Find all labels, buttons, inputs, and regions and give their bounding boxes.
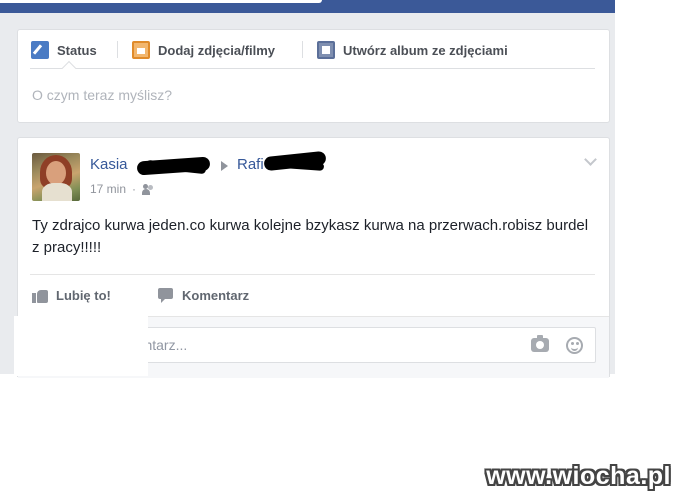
tab-status-label: Status bbox=[57, 42, 97, 58]
tab-add-photos-label: Dodaj zdjęcia/filmy bbox=[158, 42, 276, 58]
avatar[interactable] bbox=[32, 153, 80, 201]
avatar-body bbox=[42, 183, 72, 201]
post-text: Ty zdrajco kurwa jeden.co kurwa kolejne … bbox=[32, 217, 589, 256]
friends-icon[interactable] bbox=[142, 183, 156, 195]
post-divider bbox=[30, 274, 595, 275]
tab-status[interactable]: Status bbox=[31, 40, 97, 60]
pencil-icon bbox=[31, 41, 49, 59]
chevron-down-icon[interactable] bbox=[584, 153, 597, 166]
thumbs-up-icon bbox=[32, 287, 48, 303]
author-name[interactable]: Kasia bbox=[90, 156, 128, 173]
tab-divider bbox=[302, 41, 303, 58]
comment-input[interactable] bbox=[117, 328, 595, 362]
meta-separator: · bbox=[132, 182, 137, 196]
arrow-right-icon bbox=[221, 161, 228, 171]
target-name[interactable]: Rafi bbox=[237, 156, 264, 173]
watermark: www.wiocha.pl bbox=[486, 462, 671, 490]
white-cover-patch bbox=[14, 316, 148, 376]
avatar-face bbox=[46, 161, 66, 185]
tab-create-album[interactable]: Utwórz album ze zdjęciami bbox=[317, 40, 508, 60]
search-bar-edge[interactable] bbox=[0, 0, 322, 3]
composer-divider bbox=[30, 68, 595, 69]
like-button[interactable]: Lubię to! bbox=[32, 286, 111, 304]
top-bar bbox=[0, 0, 615, 13]
tab-add-photos[interactable]: Dodaj zdjęcia/filmy bbox=[132, 40, 275, 60]
comment-button[interactable]: Komentarz bbox=[158, 286, 249, 304]
composer-tabs: Status Dodaj zdjęcia/filmy Utwórz album … bbox=[18, 30, 609, 68]
album-icon bbox=[317, 41, 335, 59]
tab-divider bbox=[117, 41, 118, 58]
post-timestamp[interactable]: 17 min bbox=[90, 182, 126, 196]
speech-bubble-icon bbox=[158, 287, 174, 303]
facebook-feed: Status Dodaj zdjęcia/filmy Utwórz album … bbox=[0, 0, 615, 378]
comment-box bbox=[116, 327, 596, 363]
status-composer: Status Dodaj zdjęcia/filmy Utwórz album … bbox=[17, 29, 610, 123]
smiley-icon[interactable] bbox=[566, 337, 583, 354]
comment-label: Komentarz bbox=[182, 287, 250, 303]
photo-icon bbox=[132, 41, 150, 59]
tab-create-album-label: Utwórz album ze zdjęciami bbox=[343, 42, 508, 58]
status-input[interactable]: O czym teraz myślisz? bbox=[32, 87, 172, 103]
post-meta: 17 min · bbox=[90, 182, 156, 196]
like-label: Lubię to! bbox=[56, 287, 111, 303]
camera-icon[interactable] bbox=[531, 335, 549, 352]
